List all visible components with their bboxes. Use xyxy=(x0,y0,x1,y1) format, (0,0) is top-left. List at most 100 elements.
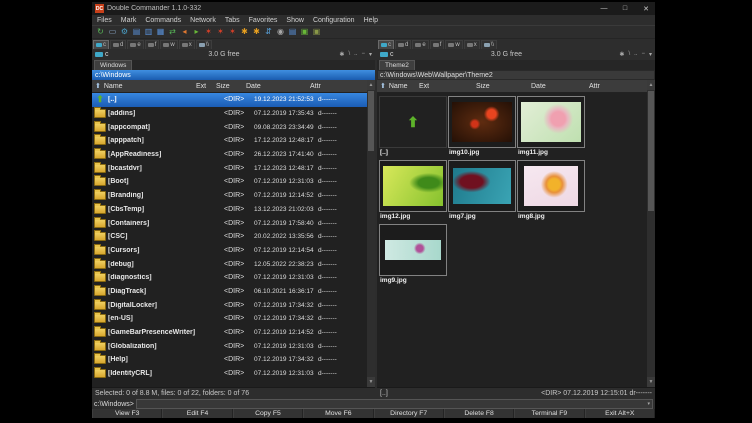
network-button[interactable]: \\ xyxy=(196,40,212,50)
[bcastdvr][interactable]: ⬆ [bcastdvr] <DIR> 17.12.2023 12:48:17 d… xyxy=(92,161,367,175)
multi-rename-icon[interactable]: ▤ xyxy=(287,27,298,38)
menu-configuration[interactable]: Configuration xyxy=(313,17,355,24)
thumbnail-item[interactable]: ⬆ [..] xyxy=(379,96,447,158)
thumbnails-view-icon[interactable]: ▦ xyxy=(155,27,166,38)
parent-dir-button[interactable]: .. xyxy=(634,51,637,58)
history-button[interactable]: ▾ xyxy=(369,51,372,58)
[..][interactable]: ⬆ [..] <DIR> 19.12.2023 21:52:53 d------… xyxy=(92,93,367,107)
drive-button-x[interactable]: x xyxy=(464,40,480,50)
move-icon[interactable]: ▸ xyxy=(191,27,202,38)
delete-f8-button[interactable]: Delete F8 xyxy=(444,409,514,418)
properties-icon[interactable]: ▣ xyxy=(311,27,322,38)
exit-altx-button[interactable]: Exit Alt+X xyxy=(585,409,655,418)
drive-button-w[interactable]: w xyxy=(160,40,177,50)
menu-commands[interactable]: Commands xyxy=(145,17,181,24)
edit-f4-button[interactable]: Edit F4 xyxy=(162,409,232,418)
menu-files[interactable]: Files xyxy=(97,17,112,24)
copy-f5-button[interactable]: Copy F5 xyxy=(233,409,303,418)
command-input[interactable]: ▾ xyxy=(136,399,653,409)
column-date[interactable]: Date xyxy=(531,83,589,90)
[GameBarPresenceWriter][interactable]: ⬆ [GameBarPresenceWriter] <DIR> 07.12.20… xyxy=(92,326,367,340)
menu-show[interactable]: Show xyxy=(286,17,304,24)
scroll-up-icon[interactable]: ▲ xyxy=(367,80,375,90)
[addins][interactable]: ⬆ [addins] <DIR> 07.12.2019 17:35:43 d--… xyxy=(92,107,367,121)
pack-icon[interactable]: ✶ xyxy=(203,27,214,38)
menu-favorites[interactable]: Favorites xyxy=(249,17,278,24)
column-ext[interactable]: Ext xyxy=(196,83,216,90)
right-path-bar[interactable]: c:\Windows\Web\Wallpaper\Theme2 xyxy=(377,70,655,80)
menu-mark[interactable]: Mark xyxy=(121,17,137,24)
scroll-up-icon[interactable]: ▲ xyxy=(647,80,655,90)
swap-panels-icon[interactable]: ⇄ xyxy=(167,27,178,38)
right-scrollbar[interactable]: ▲ ▼ xyxy=(647,80,655,387)
scroll-down-icon[interactable]: ▼ xyxy=(647,377,655,387)
column-name[interactable]: ⬆Name xyxy=(92,82,196,90)
[Boot][interactable]: ⬆ [Boot] <DIR> 07.12.2019 12:31:03 d----… xyxy=(92,175,367,189)
column-attr[interactable]: Attr xyxy=(589,83,647,90)
tab-theme2[interactable]: Theme2 xyxy=(379,60,415,70)
brief-view-icon[interactable]: ▤ xyxy=(131,27,142,38)
[Cursors][interactable]: ⬆ [Cursors] <DIR> 07.12.2019 12:14:54 d-… xyxy=(92,244,367,258)
test-archive-icon[interactable]: ✶ xyxy=(227,27,238,38)
[debug][interactable]: ⬆ [debug] <DIR> 12.05.2022 22:38:23 d---… xyxy=(92,257,367,271)
thumbnail-item[interactable]: ⬆ img8.jpg xyxy=(517,160,585,222)
options-icon[interactable]: ⚙ xyxy=(119,27,130,38)
terminal-f9-button[interactable]: Terminal F9 xyxy=(514,409,584,418)
sync-dirs-icon[interactable]: ⇵ xyxy=(263,27,274,38)
tab-windows[interactable]: Windows xyxy=(94,60,132,70)
column-size[interactable]: Size xyxy=(216,83,246,90)
favorites-button[interactable]: ✱ xyxy=(339,51,344,58)
drive-button-f[interactable]: f xyxy=(430,40,445,50)
minimize-panel-button[interactable]: − xyxy=(361,51,365,58)
root-dir-button[interactable]: \ xyxy=(348,51,350,58)
menu-network[interactable]: Network xyxy=(190,17,216,24)
minimize-panel-button[interactable]: − xyxy=(641,51,645,58)
[apppatch][interactable]: ⬆ [apppatch] <DIR> 17.12.2023 12:48:17 d… xyxy=(92,134,367,148)
[Containers][interactable]: ⬆ [Containers] <DIR> 07.12.2019 17:58:40… xyxy=(92,216,367,230)
[en-US][interactable]: ⬆ [en-US] <DIR> 07.12.2019 17:34:32 d---… xyxy=(92,312,367,326)
drive-button-e[interactable]: e xyxy=(127,40,143,50)
menu-tabs[interactable]: Tabs xyxy=(225,17,240,24)
refresh-icon[interactable]: ↻ xyxy=(95,27,106,38)
drive-button-x[interactable]: x xyxy=(179,40,195,50)
drive-button-f[interactable]: f xyxy=(145,40,160,50)
drive-button-e[interactable]: e xyxy=(412,40,428,50)
minimize-button[interactable]: — xyxy=(595,2,613,15)
move-f6-button[interactable]: Move F6 xyxy=(303,409,373,418)
drive-button-c[interactable]: c xyxy=(378,40,394,50)
column-date[interactable]: Date xyxy=(246,83,310,90)
[Help][interactable]: ⬆ [Help] <DIR> 07.12.2019 17:34:32 d----… xyxy=(92,353,367,367)
verify-checksum-icon[interactable]: ✱ xyxy=(251,27,262,38)
drive-button-w[interactable]: w xyxy=(445,40,462,50)
column-attr[interactable]: Attr xyxy=(310,83,367,90)
thumbnail-item[interactable]: ⬆ img9.jpg xyxy=(379,224,447,286)
maximize-button[interactable]: □ xyxy=(616,2,634,15)
history-button[interactable]: ▾ xyxy=(649,51,652,58)
drive-button-d[interactable]: d xyxy=(395,40,411,50)
view-f3-button[interactable]: View F3 xyxy=(92,409,162,418)
directory-f7-button[interactable]: Directory F7 xyxy=(374,409,444,418)
[DigitalLocker][interactable]: ⬆ [DigitalLocker] <DIR> 07.12.2019 17:34… xyxy=(92,298,367,312)
full-view-icon[interactable]: ▥ xyxy=(143,27,154,38)
left-path-bar[interactable]: c:\Windows xyxy=(92,70,375,80)
close-button[interactable]: ✕ xyxy=(637,2,655,15)
scroll-down-icon[interactable]: ▼ xyxy=(367,377,375,387)
parent-dir-button[interactable]: .. xyxy=(354,51,357,58)
[DiagTrack][interactable]: ⬆ [DiagTrack] <DIR> 06.10.2021 16:36:17 … xyxy=(92,285,367,299)
thumbnail-item[interactable]: ⬆ img7.jpg xyxy=(448,160,516,222)
[diagnostics][interactable]: ⬆ [diagnostics] <DIR> 07.12.2019 12:31:0… xyxy=(92,271,367,285)
drive-button-c[interactable]: c xyxy=(93,40,109,50)
search-icon[interactable]: ◉ xyxy=(275,27,286,38)
drive-button-d[interactable]: d xyxy=(110,40,126,50)
checksum-icon[interactable]: ✱ xyxy=(239,27,250,38)
chevron-down-icon[interactable]: ▾ xyxy=(647,401,650,407)
[Branding][interactable]: ⬆ [Branding] <DIR> 07.12.2019 12:14:52 d… xyxy=(92,189,367,203)
column-size[interactable]: Size xyxy=(476,83,531,90)
copy-icon[interactable]: ◂ xyxy=(179,27,190,38)
[CSC][interactable]: ⬆ [CSC] <DIR> 20.02.2022 13:35:56 d-----… xyxy=(92,230,367,244)
scroll-thumb[interactable] xyxy=(648,91,654,211)
[IdentityCRL][interactable]: ⬆ [IdentityCRL] <DIR> 07.12.2019 12:31:0… xyxy=(92,367,367,381)
[AppReadiness][interactable]: ⬆ [AppReadiness] <DIR> 26.12.2023 17:41:… xyxy=(92,148,367,162)
pack-files-icon[interactable]: ▣ xyxy=(299,27,310,38)
[Globalization][interactable]: ⬆ [Globalization] <DIR> 07.12.2019 12:31… xyxy=(92,339,367,353)
